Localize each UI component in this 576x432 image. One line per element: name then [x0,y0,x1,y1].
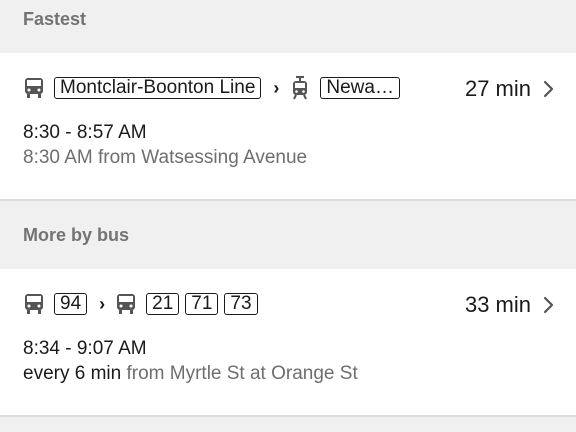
leg-separator: › [99,293,106,314]
route-time-range: 8:30 - 8:57 AM [23,122,147,143]
section-header-fastest: Fastest [0,0,576,38]
bus-icon [115,292,137,316]
bottom-spacer [0,417,576,432]
line-badge-71: 71 [185,293,219,315]
bus-icon [23,76,45,100]
tram-icon [289,76,311,100]
route-card-fastest[interactable]: Montclair-Boonton Line › Newa… 27 min 8:… [0,53,576,201]
route-duration: 27 min [464,76,531,101]
route-frequency: every 6 min [23,363,122,384]
chevron-right-icon[interactable] [542,77,556,101]
line-badge-94: 94 [54,293,88,315]
section-header-more-by-bus: More by bus [0,201,576,269]
chevron-right-icon[interactable] [542,293,556,317]
line-badge-montclair-boonton: Montclair-Boonton Line [54,77,262,99]
route-stop-detail: from Myrtle St at Orange St [121,363,358,384]
route-legs: Montclair-Boonton Line › Newa… [23,75,406,101]
route-duration: 33 min [464,292,531,317]
line-badge-newark: Newa… [320,77,400,99]
leg-separator: › [273,77,280,98]
route-card-bus[interactable]: 94 › 21 71 73 33 min 8:34 - 9:07 AM ever… [0,269,576,417]
route-departure-detail: 8:30 AM from Watsessing Avenue [23,147,308,168]
line-badge-73: 73 [224,293,258,315]
route-time-range: 8:34 - 9:07 AM [23,338,147,359]
route-legs: 94 › 21 71 73 [23,291,264,317]
bus-icon [23,292,45,316]
route-departure-detail: every 6 min from Myrtle St at Orange St [23,363,358,385]
line-badge-21: 21 [146,293,180,315]
